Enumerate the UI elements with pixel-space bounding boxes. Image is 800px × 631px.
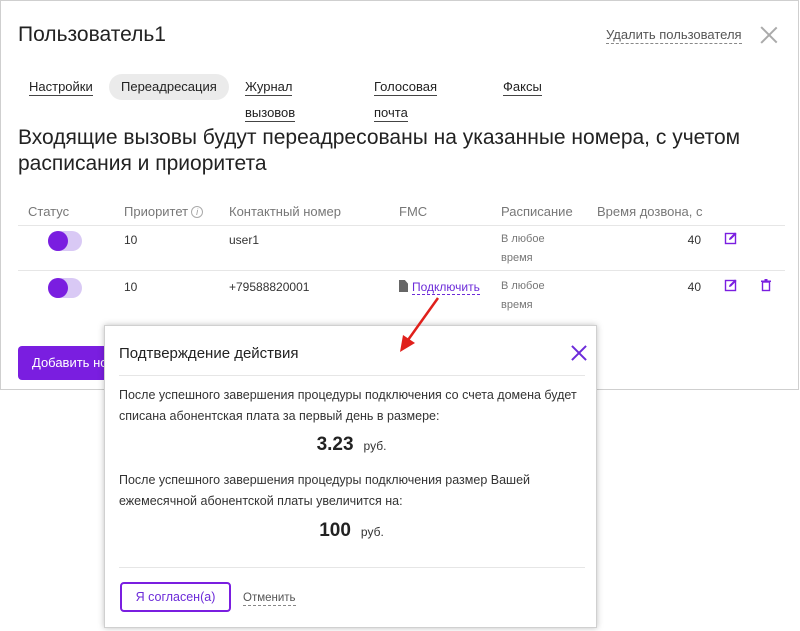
toggle-knob <box>48 231 68 251</box>
document-icon <box>399 280 408 292</box>
delete-user-link[interactable]: Удалить пользователя <box>606 27 742 44</box>
monthly-fee-amount: 100 руб. <box>319 520 384 541</box>
close-icon[interactable] <box>571 345 587 361</box>
tab-voicemail[interactable]: Голосовая почта <box>374 74 437 122</box>
tab-forwarding[interactable]: Переадресация <box>109 74 229 100</box>
status-toggle[interactable] <box>48 231 82 251</box>
section-heading: Входящие вызовы будут переадресованы на … <box>18 126 741 175</box>
divider <box>119 375 585 376</box>
fmc-connect-link[interactable]: Подключить <box>399 280 480 295</box>
trash-icon[interactable] <box>759 278 773 292</box>
agree-button[interactable]: Я согласен(а) <box>120 582 231 612</box>
contact-value: +79588820001 <box>229 280 310 294</box>
divider <box>119 567 585 568</box>
tab-faxes[interactable]: Факсы <box>503 74 542 100</box>
first-day-fee-text: После успешного завершения процедуры под… <box>119 388 577 423</box>
column-priority: Приоритет i <box>124 204 204 219</box>
priority-value: 10 <box>124 280 138 294</box>
monthly-fee-text: После успешного завершения процедуры под… <box>119 473 531 508</box>
status-toggle[interactable] <box>48 278 82 298</box>
contact-value: user1 <box>229 233 260 247</box>
cancel-link[interactable]: Отменить <box>243 592 296 606</box>
dialog-title: Подтверждение действия <box>119 345 299 362</box>
ring-time-value: 40 <box>687 280 701 294</box>
first-day-fee-amount: 3.23 руб. <box>316 434 387 455</box>
page-title: Пользователь1 <box>18 23 166 46</box>
column-ring-time: Время дозвона, с <box>597 204 703 219</box>
ring-time-value: 40 <box>687 233 701 247</box>
schedule-value: В любое время <box>501 280 545 311</box>
column-contact: Контактный номер <box>229 204 342 219</box>
schedule-value: В любое время <box>501 233 545 264</box>
row-divider <box>18 225 785 226</box>
column-schedule: Расписание <box>501 204 573 219</box>
column-fmc: FMC <box>399 204 428 219</box>
confirm-dialog: Подтверждение действия После успешного з… <box>104 325 597 628</box>
tab-call-log[interactable]: Журнал вызовов <box>245 74 296 122</box>
priority-value: 10 <box>124 233 138 247</box>
close-icon[interactable] <box>759 25 779 45</box>
edit-icon[interactable] <box>724 231 738 245</box>
toggle-knob <box>48 278 68 298</box>
tab-settings[interactable]: Настройки <box>29 74 93 100</box>
column-status: Статус <box>28 204 70 219</box>
edit-icon[interactable] <box>724 278 738 292</box>
info-icon[interactable]: i <box>191 206 204 218</box>
row-divider <box>18 270 785 271</box>
